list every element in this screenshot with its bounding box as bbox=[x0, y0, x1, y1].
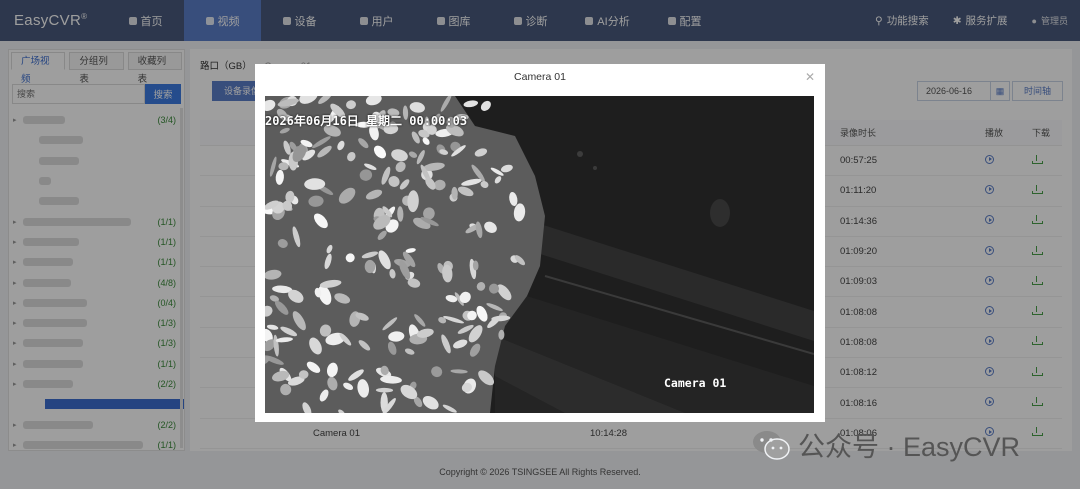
video-frame bbox=[265, 96, 814, 413]
app-root: EasyCVR® 首页 视频 设备 用户 图库 诊断 AI分析 配置 ⚲ 功能搜索 ✱ 服务扩展 … bbox=[0, 0, 1080, 489]
wechat-logo-icon bbox=[752, 429, 790, 461]
video-player[interactable]: 2026年06月16日 星期二 00:00:03 Camera 01 bbox=[265, 96, 814, 413]
close-icon[interactable]: ✕ bbox=[805, 70, 815, 84]
wechat-watermark: 公众号 · EasyCVR bbox=[752, 425, 1020, 464]
osd-timestamp: 2026年06月16日 星期二 00:00:03 bbox=[265, 114, 468, 128]
modal-title: Camera 01 bbox=[514, 71, 566, 83]
watermark-text: 公众号 · EasyCVR bbox=[798, 432, 1021, 462]
osd-camera-name: Camera 01 bbox=[664, 376, 727, 390]
video-player-modal: Camera 01 ✕ 2026年06月16日 星期二 00:00:03 Cam… bbox=[255, 64, 825, 422]
